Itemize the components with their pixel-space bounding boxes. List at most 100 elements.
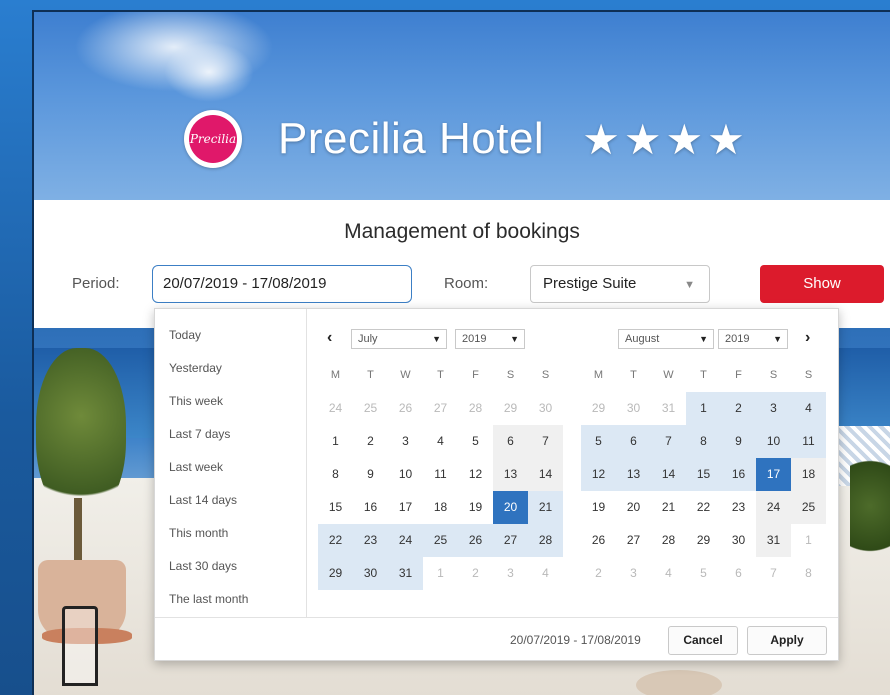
day-cell[interactable]: 8 [791,557,826,590]
day-cell[interactable]: 28 [458,392,493,425]
preset-last-7-days[interactable]: Last 7 days [169,427,230,441]
day-cell[interactable]: 24 [318,392,353,425]
preset-last-30-days[interactable]: Last 30 days [169,559,237,573]
day-cell[interactable]: 3 [493,557,528,590]
day-cell[interactable]: 4 [423,425,458,458]
day-cell[interactable]: 12 [458,458,493,491]
day-cell[interactable]: 31 [388,557,423,590]
day-cell[interactable]: 2 [721,392,756,425]
day-cell[interactable]: 18 [791,458,826,491]
day-cell[interactable]: 21 [528,491,563,524]
day-cell[interactable]: 24 [388,524,423,557]
day-cell[interactable]: 18 [423,491,458,524]
day-cell[interactable]: 15 [318,491,353,524]
day-cell[interactable]: 8 [686,425,721,458]
day-cell[interactable]: 30 [528,392,563,425]
day-cell[interactable]: 13 [616,458,651,491]
day-cell[interactable]: 14 [528,458,563,491]
day-cell[interactable]: 19 [581,491,616,524]
day-cell[interactable]: 17 [388,491,423,524]
day-cell[interactable]: 19 [458,491,493,524]
day-cell[interactable]: 25 [791,491,826,524]
day-cell[interactable]: 3 [616,557,651,590]
day-cell[interactable]: 3 [756,392,791,425]
day-cell[interactable]: 11 [791,425,826,458]
day-cell[interactable]: 6 [616,425,651,458]
day-cell[interactable]: 30 [721,524,756,557]
day-cell[interactable]: 26 [581,524,616,557]
day-cell[interactable]: 22 [318,524,353,557]
day-cell[interactable]: 25 [423,524,458,557]
day-cell[interactable]: 6 [493,425,528,458]
day-cell[interactable]: 26 [458,524,493,557]
day-cell[interactable]: 4 [651,557,686,590]
show-button[interactable]: Show [760,265,884,303]
day-cell[interactable]: 15 [686,458,721,491]
day-cell[interactable]: 1 [791,524,826,557]
preset-last-month[interactable]: The last month [169,592,248,606]
day-cell[interactable]: 1 [318,425,353,458]
preset-yesterday[interactable]: Yesterday [169,361,222,375]
cancel-button[interactable]: Cancel [668,626,738,655]
preset-this-month[interactable]: This month [169,526,228,540]
right-year-select[interactable]: 2019 ▼ [718,329,788,349]
day-cell[interactable]: 30 [616,392,651,425]
day-cell[interactable]: 4 [791,392,826,425]
period-input[interactable]: 20/07/2019 - 17/08/2019 [152,265,412,303]
day-cell[interactable]: 25 [353,392,388,425]
day-cell[interactable]: 26 [388,392,423,425]
day-cell[interactable]: 13 [493,458,528,491]
day-cell[interactable]: 24 [756,491,791,524]
day-cell[interactable]: 3 [388,425,423,458]
left-month-select[interactable]: July ▼ [351,329,447,349]
day-cell[interactable]: 21 [651,491,686,524]
day-cell[interactable]: 5 [581,425,616,458]
day-cell[interactable]: 2 [458,557,493,590]
day-cell[interactable]: 30 [353,557,388,590]
day-cell[interactable]: 29 [493,392,528,425]
day-cell[interactable]: 27 [423,392,458,425]
day-cell[interactable]: 11 [423,458,458,491]
day-cell[interactable]: 23 [353,524,388,557]
room-select[interactable]: Prestige Suite ▼ [530,265,710,303]
day-cell[interactable]: 10 [388,458,423,491]
day-cell[interactable]: 28 [651,524,686,557]
day-cell[interactable]: 31 [651,392,686,425]
day-cell[interactable]: 29 [318,557,353,590]
day-cell[interactable]: 22 [686,491,721,524]
day-cell[interactable]: 6 [721,557,756,590]
day-cell[interactable]: 2 [581,557,616,590]
right-month-select[interactable]: August ▼ [618,329,714,349]
apply-button[interactable]: Apply [747,626,827,655]
day-cell[interactable]: 9 [353,458,388,491]
day-cell[interactable]: 16 [353,491,388,524]
day-cell[interactable]: 7 [651,425,686,458]
day-cell[interactable]: 20 [493,491,528,524]
day-cell[interactable]: 7 [528,425,563,458]
day-cell[interactable]: 4 [528,557,563,590]
prev-month-icon[interactable]: ‹ [327,329,332,347]
day-cell[interactable]: 7 [756,557,791,590]
day-cell[interactable]: 14 [651,458,686,491]
day-cell[interactable]: 5 [686,557,721,590]
day-cell[interactable]: 5 [458,425,493,458]
day-cell[interactable]: 8 [318,458,353,491]
day-cell[interactable]: 31 [756,524,791,557]
next-month-icon[interactable]: › [805,329,810,347]
day-cell[interactable]: 10 [756,425,791,458]
left-year-select[interactable]: 2019 ▼ [455,329,525,349]
preset-last-14-days[interactable]: Last 14 days [169,493,237,507]
day-cell[interactable]: 28 [528,524,563,557]
day-cell[interactable]: 29 [581,392,616,425]
preset-this-week[interactable]: This week [169,394,223,408]
day-cell[interactable]: 16 [721,458,756,491]
day-cell[interactable]: 9 [721,425,756,458]
day-cell[interactable]: 12 [581,458,616,491]
day-cell[interactable]: 2 [353,425,388,458]
preset-last-week[interactable]: Last week [169,460,223,474]
day-cell[interactable]: 1 [423,557,458,590]
day-cell[interactable]: 1 [686,392,721,425]
day-cell[interactable]: 27 [493,524,528,557]
day-cell[interactable]: 17 [756,458,791,491]
day-cell[interactable]: 29 [686,524,721,557]
